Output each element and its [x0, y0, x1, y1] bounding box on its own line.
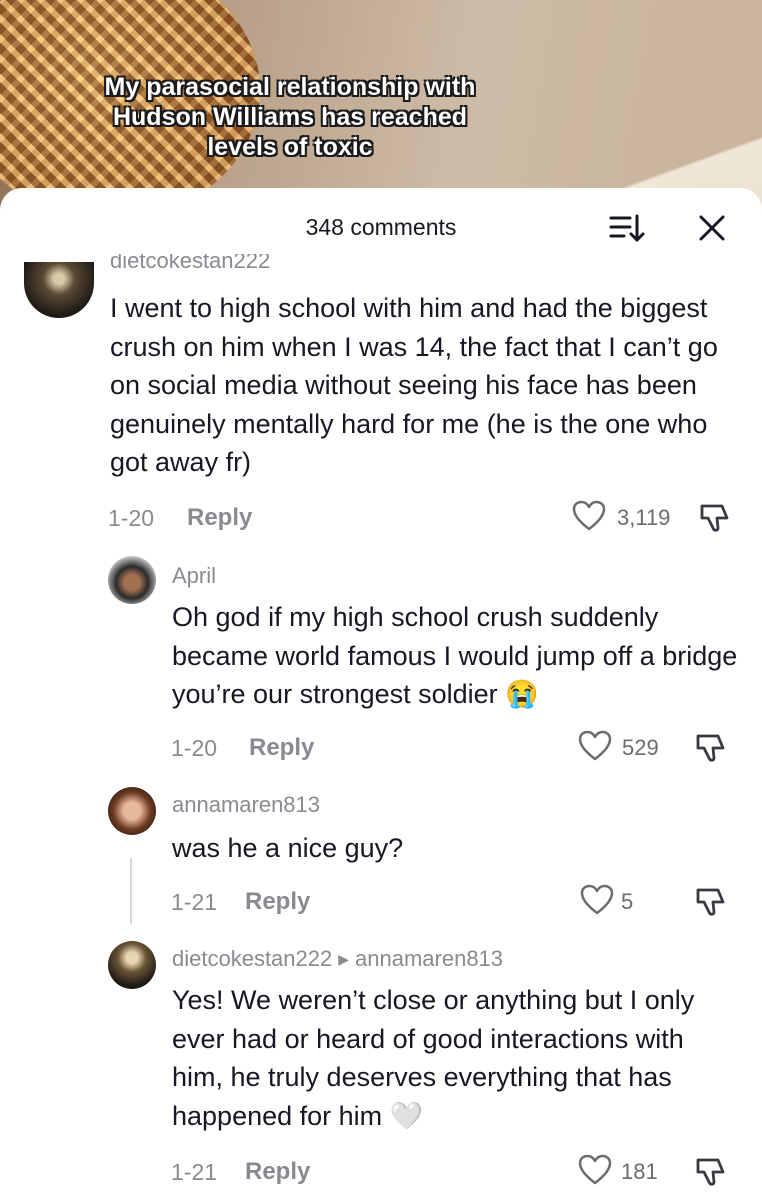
like-count: 181 — [621, 1159, 658, 1184]
comment-text: Oh god if my high school crush suddenly … — [172, 598, 742, 714]
close-icon[interactable] — [692, 208, 732, 248]
video-caption-overlay: My parasocial relationship with Hudson W… — [104, 73, 476, 161]
sort-icon[interactable] — [606, 208, 646, 248]
heart-icon[interactable] — [580, 884, 614, 916]
comment-date: 1-21 — [171, 889, 218, 915]
like-count: 5 — [621, 889, 634, 914]
comment-username: dietcokestan222 ▶ annamaren813 — [172, 946, 503, 972]
comment-date: 1-20 — [108, 505, 155, 531]
video-background: My parasocial relationship with Hudson W… — [0, 0, 762, 220]
reply-button[interactable]: Reply — [249, 734, 314, 762]
avatar[interactable] — [108, 787, 156, 835]
avatar[interactable] — [108, 556, 156, 604]
reply-button[interactable]: Reply — [187, 504, 252, 532]
dislike-icon[interactable] — [698, 500, 732, 534]
reply-button[interactable]: Reply — [245, 888, 310, 916]
comment-text-body: Oh god if my high school crush suddenly … — [172, 602, 738, 709]
comment-username[interactable]: dietcokestan222 — [110, 254, 270, 274]
heart-icon[interactable] — [572, 500, 606, 532]
comment-text: Yes! We weren’t close or anything but I … — [172, 981, 742, 1135]
comment-text: I went to high school with him and had t… — [110, 293, 718, 477]
comment-username-link[interactable]: dietcokestan222 — [172, 946, 332, 971]
like-count: 3,119 — [617, 505, 671, 530]
comment-username[interactable]: April — [172, 563, 216, 589]
comment-text: was he a nice guy? — [172, 833, 404, 863]
dislike-icon[interactable] — [694, 884, 728, 918]
dislike-icon[interactable] — [694, 730, 728, 764]
crying-emoji: 😭 — [505, 679, 539, 709]
reply-button[interactable]: Reply — [245, 1158, 310, 1186]
white-heart-emoji: 🤍 — [389, 1100, 424, 1131]
heart-icon[interactable] — [578, 730, 612, 762]
like-count: 529 — [622, 735, 659, 760]
comment-date: 1-20 — [171, 735, 218, 761]
dislike-icon[interactable] — [694, 1154, 728, 1188]
reply-to-username[interactable]: annamaren813 — [355, 946, 503, 971]
avatar[interactable] — [108, 941, 156, 989]
reply-arrow-icon: ▶ — [338, 951, 350, 967]
comment-count: 348 comments — [305, 214, 457, 240]
comment-text-body: Yes! We weren’t close or anything but I … — [172, 985, 695, 1131]
heart-icon[interactable] — [578, 1154, 612, 1186]
thread-line — [130, 858, 132, 924]
comments-header: 348 comments — [0, 188, 762, 264]
comment-date: 1-21 — [171, 1159, 218, 1185]
comment-username[interactable]: annamaren813 — [172, 792, 320, 818]
